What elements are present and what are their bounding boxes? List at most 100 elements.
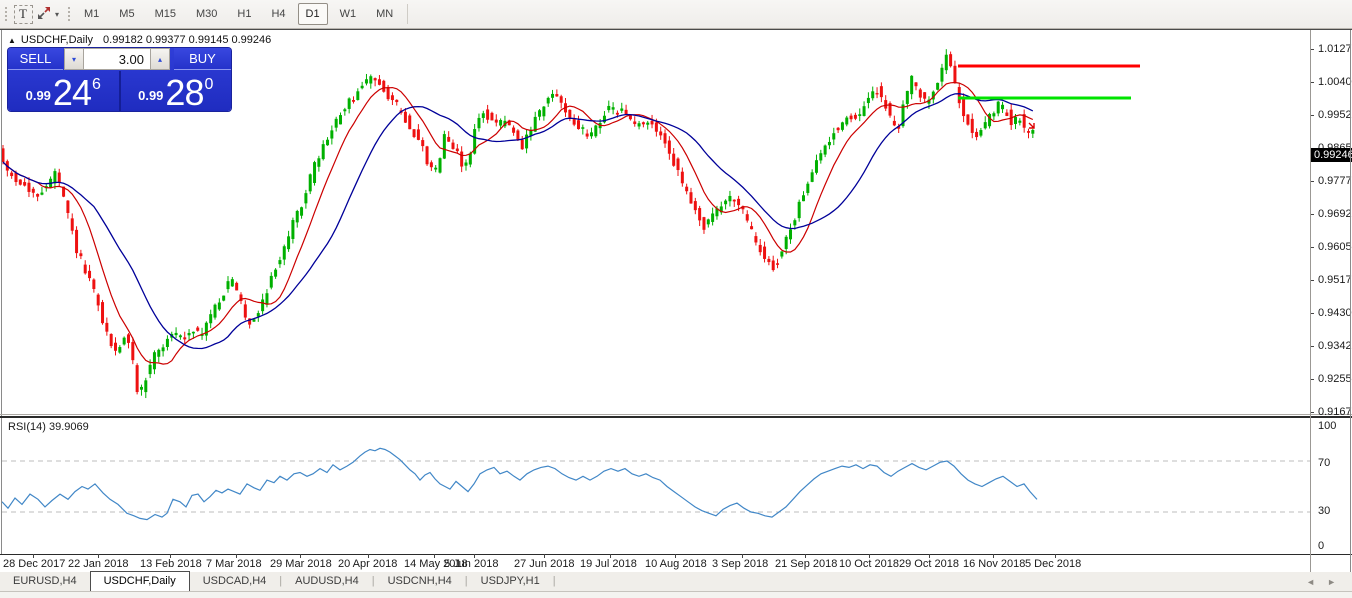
buy-price-pips: 28 [165, 78, 203, 108]
one-click-trading-panel: SELL ▾ 3.00 ▴ BUY 0.99 24 6 0.99 28 [8, 48, 231, 111]
timeframe-button-d1[interactable]: D1 [298, 3, 328, 25]
date-axis-tick [434, 554, 435, 558]
price-axis-label: 0.93425 [1318, 340, 1352, 352]
date-axis-label: 20 Apr 2018 [338, 558, 397, 570]
sell-price-display[interactable]: 0.99 24 6 [8, 71, 119, 111]
date-axis-label: 29 Oct 2018 [899, 558, 959, 570]
top-toolbar: T ▾ M1M5M15M30H1H4D1W1MN [0, 0, 1352, 29]
date-axis-tick [33, 554, 34, 558]
buy-button[interactable]: BUY [174, 48, 231, 70]
price-axis-label: 0.96050 [1318, 241, 1352, 253]
timeframe-button-m30[interactable]: M30 [188, 3, 225, 25]
date-axis-tick [742, 554, 743, 558]
timeframe-button-h1[interactable]: H1 [229, 3, 259, 25]
arrows-tool-button[interactable]: ▾ [35, 2, 60, 26]
tab-usdcad-h4[interactable]: USDCAD,H4 [190, 572, 280, 591]
date-axis-label: 5 Jun 2018 [444, 558, 498, 570]
date-axis-label: 13 Feb 2018 [140, 558, 202, 570]
price-axis-label: 1.01275 [1318, 43, 1352, 55]
tab-audusd-h4[interactable]: AUDUSD,H4 [282, 572, 372, 591]
price-axis-label: 0.96925 [1318, 208, 1352, 220]
date-axis-tick [1055, 554, 1056, 558]
sell-button[interactable]: SELL [8, 48, 63, 70]
date-axis-label: 19 Jul 2018 [580, 558, 637, 570]
tab-scroll-left-icon[interactable]: ◄ [1300, 577, 1321, 587]
buy-price-display[interactable]: 0.99 28 0 [121, 71, 232, 111]
price-axis-label: 0.94300 [1318, 307, 1352, 319]
timeframe-toolbar: M1M5M15M30H1H4D1W1MN [74, 3, 403, 25]
rsi-indicator-label: RSI(14) 39.9069 [8, 421, 89, 433]
price-axis-label: 0.91675 [1318, 406, 1352, 418]
timeframe-button-mn[interactable]: MN [368, 3, 401, 25]
text-tool-icon: T [14, 5, 33, 24]
date-axis-label: 3 Sep 2018 [712, 558, 768, 570]
status-bar [0, 592, 1352, 598]
timeframe-button-m1[interactable]: M1 [76, 3, 107, 25]
chart-title-row: ▲ USDCHF,Daily 0.99182 0.99377 0.99145 0… [8, 33, 271, 47]
timeframe-button-m5[interactable]: M5 [111, 3, 142, 25]
date-axis-tick [236, 554, 237, 558]
date-axis-tick [869, 554, 870, 558]
date-axis-label: 27 Jun 2018 [514, 558, 575, 570]
sell-price-pipette: 6 [92, 78, 101, 92]
tab-usdchf-daily[interactable]: USDCHF,Daily [90, 571, 190, 591]
date-axis-tick [805, 554, 806, 558]
date-axis-label: 10 Oct 2018 [839, 558, 899, 570]
tab-eurusd-h4[interactable]: EURUSD,H4 [0, 572, 90, 591]
chart-title-symbol: USDCHF,Daily [21, 34, 93, 46]
sell-price-figure: 0.99 [26, 88, 51, 103]
rsi-axis-label: 70 [1318, 457, 1330, 469]
date-axis-label: 10 Aug 2018 [645, 558, 707, 570]
date-axis-tick [929, 554, 930, 558]
date-axis-label: 5 Dec 2018 [1025, 558, 1081, 570]
toolbar-grip-2[interactable] [66, 5, 71, 23]
rsi-axis[interactable]: 10070300 [1311, 418, 1352, 554]
current-price-tag: 0.99246 [1311, 148, 1352, 162]
chevron-down-icon[interactable]: ▾ [55, 10, 59, 19]
tab-usdcnh-h4[interactable]: USDCNH,H4 [375, 572, 465, 591]
collapse-triangle-icon[interactable]: ▲ [8, 36, 16, 45]
date-axis-label: 16 Nov 2018 [963, 558, 1025, 570]
price-axis-label: 0.99525 [1318, 109, 1352, 121]
price-axis-label: 1.00400 [1318, 76, 1352, 88]
trading-platform-window: T ▾ M1M5M15M30H1H4D1W1MN ▲ USDCHF,Daily … [0, 0, 1352, 598]
pane-divider[interactable] [0, 414, 1352, 415]
date-axis-tick [993, 554, 994, 558]
rsi-axis-label: 30 [1318, 505, 1330, 517]
date-axis-tick [98, 554, 99, 558]
tab-scroll-right-icon[interactable]: ► [1321, 577, 1342, 587]
sell-arrow-marker [1029, 123, 1034, 128]
date-axis-tick [368, 554, 369, 558]
timeframe-button-w1[interactable]: W1 [332, 3, 365, 25]
date-axis-tick [544, 554, 545, 558]
chart-title-ohlc: 0.99182 0.99377 0.99145 0.99246 [103, 34, 271, 46]
price-axis[interactable]: 1.012751.004000.995250.986500.977750.969… [1311, 30, 1352, 385]
toolbar-grip[interactable] [3, 5, 8, 23]
volume-field[interactable]: 3.00 [84, 48, 150, 70]
tab-usdjpy-h1[interactable]: USDJPY,H1 [468, 572, 553, 591]
tab-scroll-controls: ◄► [1300, 572, 1342, 591]
date-axis[interactable]: 28 Dec 201722 Jan 2018 13 Feb 2018 7 Mar 2… [0, 555, 1310, 572]
timeframe-button-m15[interactable]: M15 [147, 3, 184, 25]
axis-separator [1310, 30, 1311, 572]
tab-separator: | [553, 572, 556, 591]
date-axis-tick [610, 554, 611, 558]
date-axis-label: 7 Mar 2018 [206, 558, 262, 570]
date-axis-label: 28 Dec 2017 [3, 558, 65, 570]
toolbar-separator [407, 4, 408, 24]
chart-tab-bar: EURUSD,H4USDCHF,DailyUSDCAD,H4 | AUDUSD,H4… [0, 572, 1352, 592]
date-axis-tick [675, 554, 676, 558]
volume-stepper: ▾ 3.00 ▴ [64, 48, 170, 70]
chart-window: ▲ USDCHF,Daily 0.99182 0.99377 0.99145 0… [0, 29, 1352, 572]
text-tool-button[interactable]: T [11, 2, 35, 26]
date-axis-label: 22 Jan 2018 [68, 558, 129, 570]
date-axis-label: 21 Sep 2018 [775, 558, 837, 570]
rsi-chart-canvas[interactable] [2, 418, 1310, 554]
price-axis-label: 0.95175 [1318, 274, 1352, 286]
price-axis-label: 0.92550 [1318, 373, 1352, 385]
timeframe-button-h4[interactable]: H4 [263, 3, 293, 25]
volume-decrease-button[interactable]: ▾ [64, 48, 84, 70]
arrows-icon [36, 5, 52, 24]
date-axis-tick [300, 554, 301, 558]
volume-increase-button[interactable]: ▴ [150, 48, 170, 70]
